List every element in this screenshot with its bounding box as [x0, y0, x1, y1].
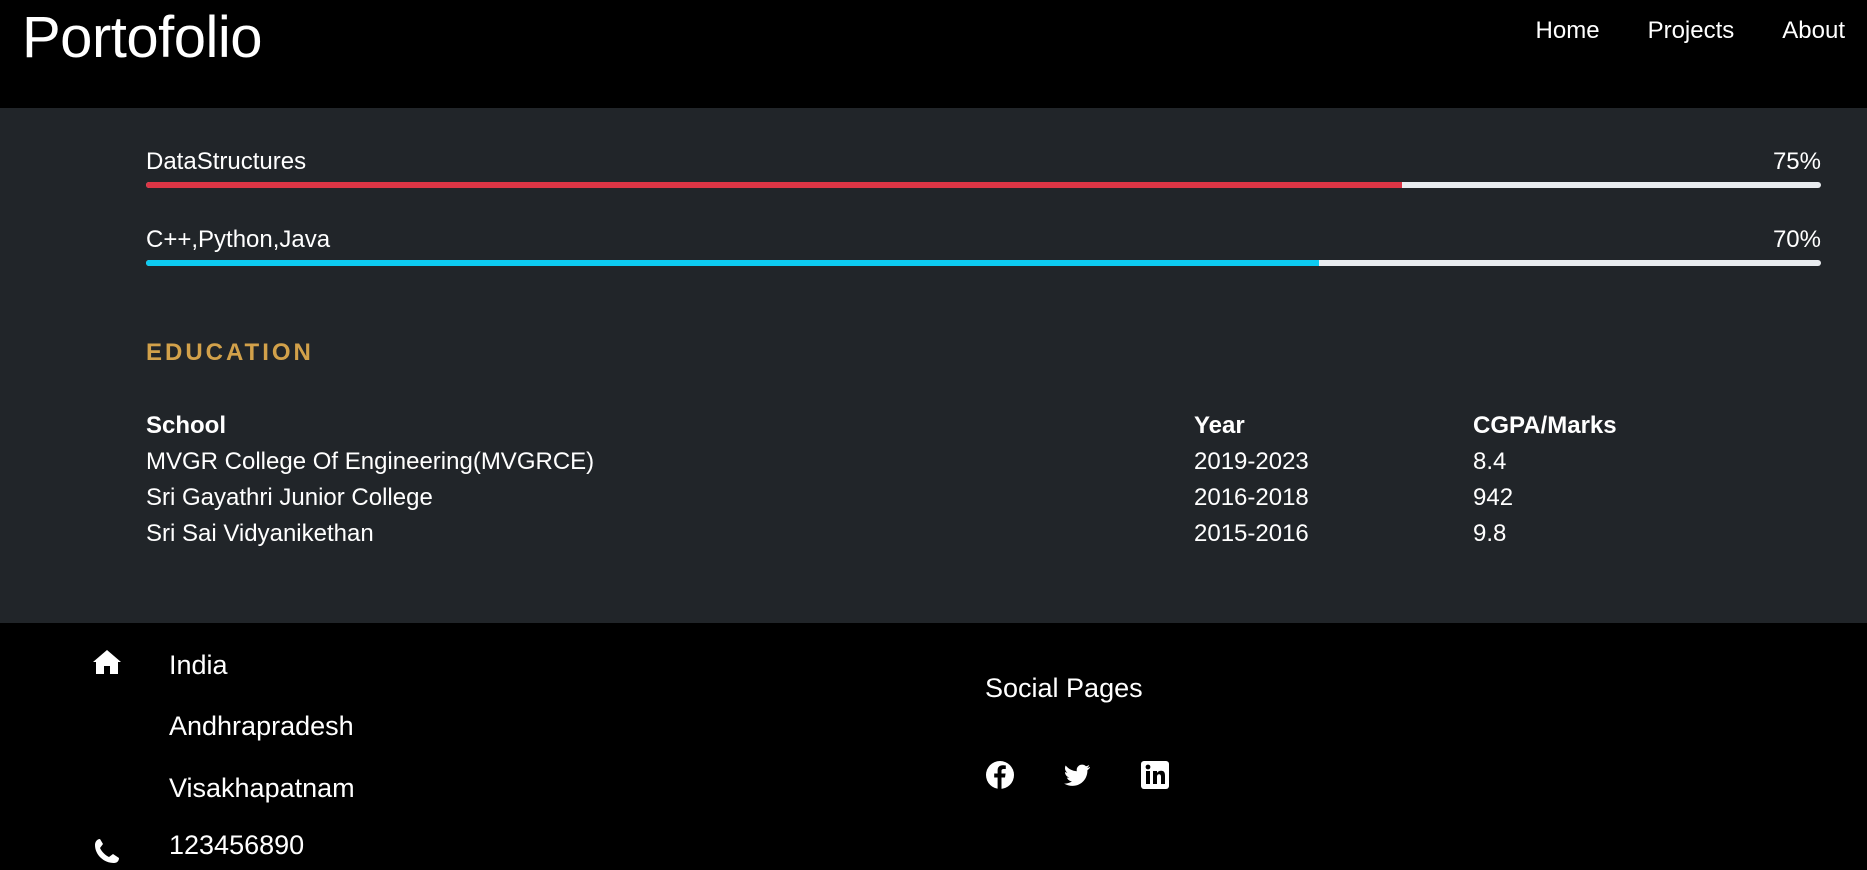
- address-state: Andhrapradesh: [169, 711, 354, 741]
- social-pages-heading: Social Pages: [985, 673, 1143, 703]
- skill-percent: 70%: [1772, 226, 1821, 253]
- cell-year: 2016-2018: [1194, 484, 1309, 511]
- progress-fill: [146, 182, 1403, 188]
- skill-datastructures: DataStructures 75%: [146, 147, 1821, 188]
- cell-school: Sri Sai Vidyanikethan: [146, 520, 374, 547]
- cell-school: Sri Gayathri Junior College: [146, 484, 433, 511]
- skill-name: C++,Python,Java: [146, 226, 331, 253]
- brand-title[interactable]: Portofolio: [22, 4, 263, 72]
- skill-name: DataStructures: [146, 148, 307, 175]
- cell-cgpa: 9.8: [1473, 520, 1507, 547]
- progress-bar: [146, 260, 1821, 266]
- linkedin-icon[interactable]: [1140, 760, 1170, 790]
- main-content: DataStructures 75% C++,Python,Java 70% E…: [0, 108, 1867, 623]
- cell-school: MVGR College Of Engineering(MVGRCE): [146, 448, 595, 475]
- table-row: MVGR College Of Engineering(MVGRCE) 2019…: [146, 444, 1773, 480]
- education-table: School Year CGPA/Marks MVGR College Of E…: [146, 408, 1773, 552]
- education-heading: EDUCATION: [146, 339, 314, 366]
- table-row: Sri Sai Vidyanikethan 2015-2016 9.8: [146, 516, 1773, 552]
- footer: India Andhrapradesh Visakhapatnam 123456…: [0, 623, 1867, 863]
- skill-languages: C++,Python,Java 70%: [146, 225, 1821, 266]
- home-icon: [92, 649, 122, 680]
- header-year: Year: [1194, 412, 1245, 439]
- address-city: Visakhapatnam: [169, 773, 355, 803]
- navbar: Portofolio Home Projects About: [0, 0, 1867, 108]
- table-row: Sri Gayathri Junior College 2016-2018 94…: [146, 480, 1773, 516]
- skill-percent: 75%: [1772, 148, 1821, 175]
- nav-links: Home Projects About: [1536, 14, 1845, 48]
- progress-fill: [146, 260, 1319, 266]
- twitter-icon[interactable]: [1062, 760, 1092, 790]
- cell-cgpa: 8.4: [1473, 448, 1507, 475]
- header-school: School: [146, 412, 227, 439]
- nav-about-link[interactable]: About: [1782, 14, 1845, 48]
- table-header-row: School Year CGPA/Marks: [146, 408, 1773, 444]
- cell-year: 2015-2016: [1194, 520, 1309, 547]
- facebook-icon[interactable]: [985, 760, 1015, 790]
- header-cgpa: CGPA/Marks: [1473, 412, 1617, 439]
- cell-cgpa: 942: [1473, 484, 1514, 511]
- phone-icon: [92, 837, 122, 870]
- progress-bar: [146, 182, 1821, 188]
- phone-number: 123456890: [169, 830, 305, 860]
- cell-year: 2019-2023: [1194, 448, 1309, 475]
- address-country: India: [169, 650, 228, 680]
- nav-projects-link[interactable]: Projects: [1648, 14, 1735, 48]
- nav-home-link[interactable]: Home: [1536, 14, 1600, 48]
